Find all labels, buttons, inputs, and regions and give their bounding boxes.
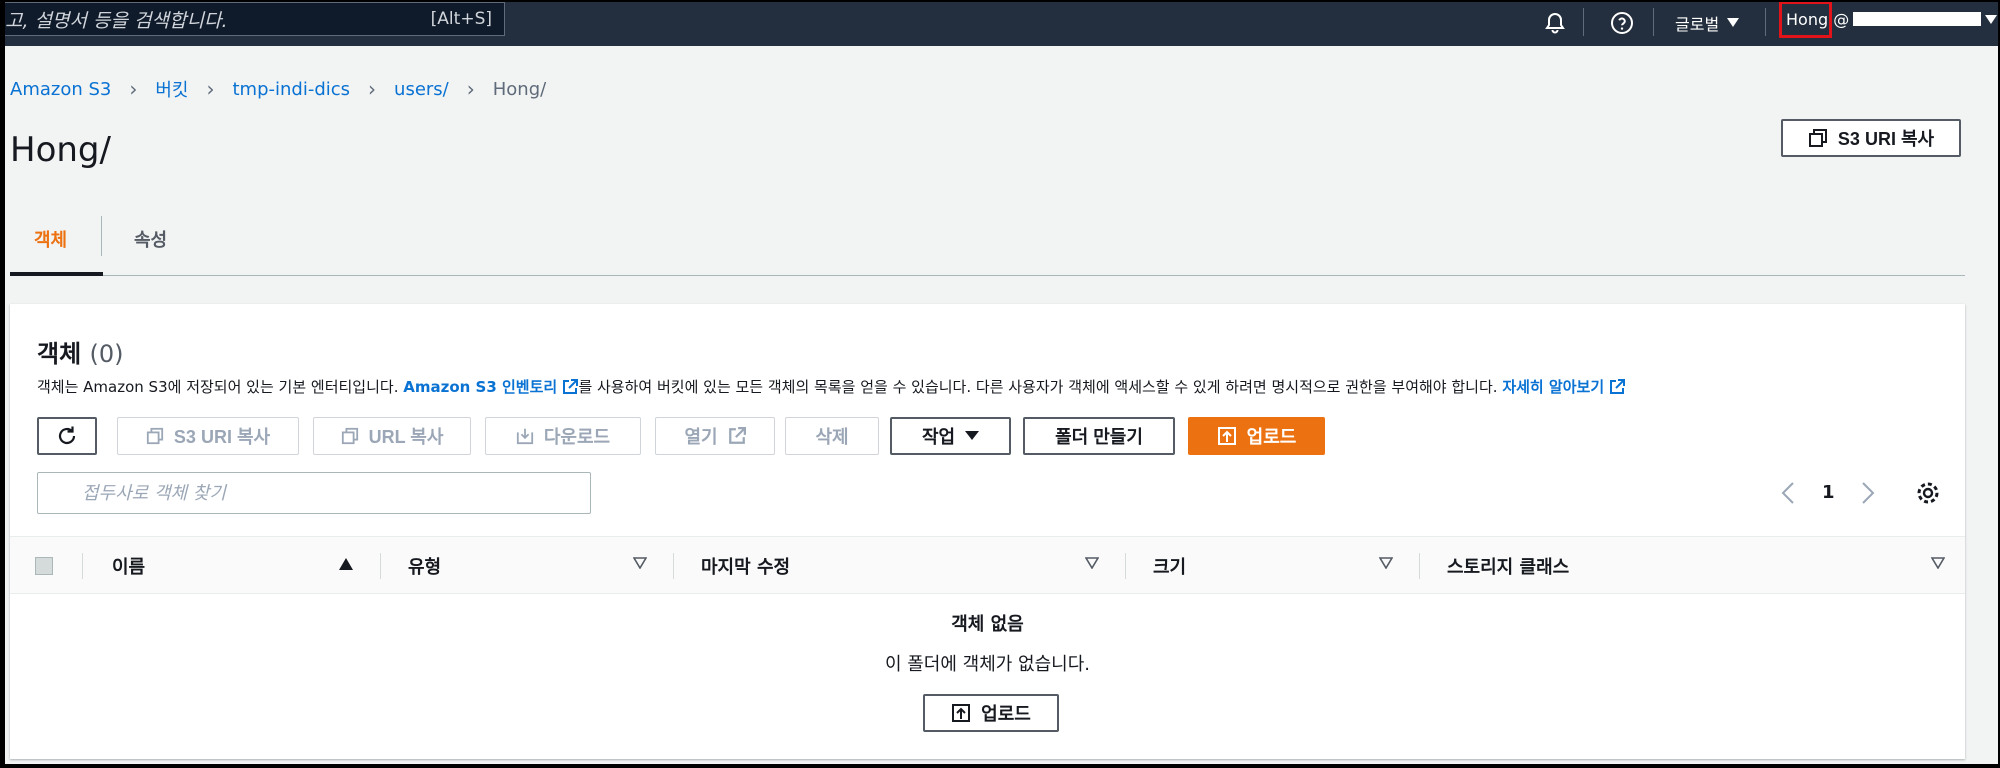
page-title: Hong/: [10, 130, 111, 170]
download-icon: [516, 428, 533, 445]
column-header-storage-class[interactable]: 스토리지 클래스: [1447, 553, 1569, 579]
inventory-link-label: Amazon S3 인벤토리: [403, 378, 558, 396]
column-header-name[interactable]: 이름: [112, 553, 145, 579]
external-link-icon: [1610, 379, 1626, 394]
column-header-last-modified[interactable]: 마지막 수정: [701, 553, 790, 579]
select-all-checkbox[interactable]: [35, 557, 53, 575]
copy-s3-uri-label: S3 URI 복사: [173, 427, 271, 447]
chevron-left-icon[interactable]: [1781, 481, 1795, 505]
top-navigation: 고, 설명서 등을 검색합니다. [Alt+S] 글로벌 Hong @: [5, 2, 1998, 46]
delete-label: 삭제: [815, 427, 849, 447]
external-link-icon: [563, 379, 579, 394]
nav-divider: [1583, 8, 1584, 36]
empty-state-subtitle: 이 폴더에 객체가 없습니다.: [884, 654, 1091, 675]
objects-count: (0): [89, 340, 124, 368]
region-label: 글로벌: [1675, 15, 1720, 34]
caret-down-icon: [965, 431, 980, 440]
inventory-link[interactable]: Amazon S3 인벤토리: [403, 378, 579, 396]
column-divider: [1125, 553, 1126, 579]
pagination-current-page[interactable]: 1: [1822, 482, 1835, 503]
breadcrumb-amazon-s3[interactable]: Amazon S3: [10, 79, 111, 100]
external-link-icon: [728, 427, 746, 444]
upload-label: 업로드: [1246, 427, 1297, 447]
chevron-right-icon: ›: [466, 77, 475, 101]
nav-divider: [1653, 8, 1654, 36]
user-account-menu[interactable]: Hong @: [1786, 10, 1849, 29]
copy-url-button[interactable]: URL 복사: [313, 417, 471, 455]
actions-label: 작업: [921, 427, 956, 447]
column-divider: [82, 553, 83, 579]
column-divider: [380, 553, 381, 579]
sort-icon[interactable]: [1931, 557, 1945, 569]
upload-icon: [1217, 427, 1236, 445]
sort-icon[interactable]: [1085, 557, 1099, 569]
column-divider: [1419, 553, 1420, 579]
upload-icon: [952, 704, 971, 722]
column-header-type[interactable]: 유형: [408, 553, 441, 579]
desc-text-1: 객체는 Amazon S3에 저장되어 있는 기본 엔터티입니다.: [37, 378, 404, 396]
search-shortcut: [Alt+S]: [430, 9, 492, 29]
caret-down-icon: [1727, 18, 1740, 27]
column-header-size[interactable]: 크기: [1153, 553, 1186, 579]
objects-panel: 객체 (0) 객체는 Amazon S3에 저장되어 있는 기본 엔터티입니다.…: [10, 304, 1965, 759]
table-header: 이름 유형 마지막 수정 크기 스토리지 클래스: [10, 536, 1965, 594]
copy-icon: [1808, 129, 1827, 147]
breadcrumb-current: Hong/: [492, 78, 547, 100]
console-frame: 고, 설명서 등을 검색합니다. [Alt+S] 글로벌 Hong @ Amaz…: [5, 2, 1998, 764]
copy-url-label: URL 복사: [368, 427, 444, 447]
open-label: 열기: [684, 427, 718, 447]
redacted-account-id: [1853, 12, 1981, 26]
tab-bar: 객체 속성: [10, 202, 1965, 276]
column-divider: [673, 553, 674, 579]
refresh-button[interactable]: [37, 417, 97, 455]
notifications-bell-icon[interactable]: [1540, 8, 1570, 38]
refresh-icon: [58, 426, 76, 445]
copy-icon: [341, 427, 358, 445]
open-button[interactable]: 열기: [655, 417, 775, 455]
upload-button[interactable]: 업로드: [1188, 417, 1325, 455]
chevron-right-icon: ›: [368, 77, 377, 101]
tab-properties[interactable]: 속성: [134, 226, 167, 252]
empty-state-title: 객체 없음: [951, 614, 1024, 635]
prefix-search-input[interactable]: [37, 472, 591, 514]
tab-objects[interactable]: 객체: [34, 226, 67, 252]
objects-title: 객체: [37, 340, 82, 368]
sort-ascending-icon[interactable]: [338, 557, 354, 571]
delete-button[interactable]: 삭제: [785, 417, 879, 455]
sort-icon[interactable]: [633, 557, 647, 569]
learn-more-link[interactable]: 자세히 알아보기: [1502, 378, 1626, 396]
actions-dropdown[interactable]: 작업: [890, 417, 1011, 455]
region-selector[interactable]: 글로벌: [1675, 11, 1740, 35]
download-label: 다운로드: [543, 427, 611, 447]
chevron-right-icon[interactable]: [1861, 481, 1875, 505]
breadcrumb: Amazon S3 › 버킷 › tmp-indi-dics › users/ …: [10, 76, 546, 102]
chevron-right-icon: ›: [129, 77, 138, 101]
help-icon[interactable]: [1607, 8, 1637, 38]
copy-icon: [146, 427, 164, 445]
copy-s3-uri-button[interactable]: S3 URI 복사: [117, 417, 299, 455]
desc-text-2: 를 사용하여 버킷에 있는 모든 객체의 목록을 얻을 수 있습니다. 다른 사…: [578, 378, 1503, 396]
breadcrumb-buckets[interactable]: 버킷: [155, 76, 188, 102]
tab-divider: [101, 216, 102, 256]
create-folder-label: 폴더 만들기: [1055, 427, 1143, 447]
objects-heading: 객체 (0): [37, 334, 124, 369]
empty-upload-button[interactable]: 업로드: [923, 694, 1059, 732]
objects-description: 객체는 Amazon S3에 저장되어 있는 기본 엔터티입니다. Amazon…: [37, 376, 1626, 397]
gear-icon[interactable]: [1915, 480, 1941, 506]
create-folder-button[interactable]: 폴더 만들기: [1023, 417, 1175, 455]
copy-s3-uri-header-label: S3 URI 복사: [1837, 129, 1935, 149]
chevron-right-icon: ›: [206, 77, 215, 101]
active-tab-indicator: [10, 272, 103, 276]
sort-icon[interactable]: [1379, 557, 1393, 569]
empty-upload-label: 업로드: [981, 704, 1031, 724]
download-button[interactable]: 다운로드: [485, 417, 641, 455]
breadcrumb-bucket[interactable]: tmp-indi-dics: [232, 79, 350, 100]
global-search-hint: 고, 설명서 등을 검색합니다.: [5, 9, 228, 32]
nav-divider: [1765, 8, 1766, 36]
copy-s3-uri-header-button[interactable]: S3 URI 복사: [1781, 119, 1961, 157]
learn-more-label: 자세히 알아보기: [1502, 378, 1605, 396]
global-search[interactable]: 고, 설명서 등을 검색합니다. [Alt+S]: [5, 2, 505, 36]
breadcrumb-users[interactable]: users/: [394, 79, 449, 100]
caret-down-icon[interactable]: [1985, 15, 1997, 25]
